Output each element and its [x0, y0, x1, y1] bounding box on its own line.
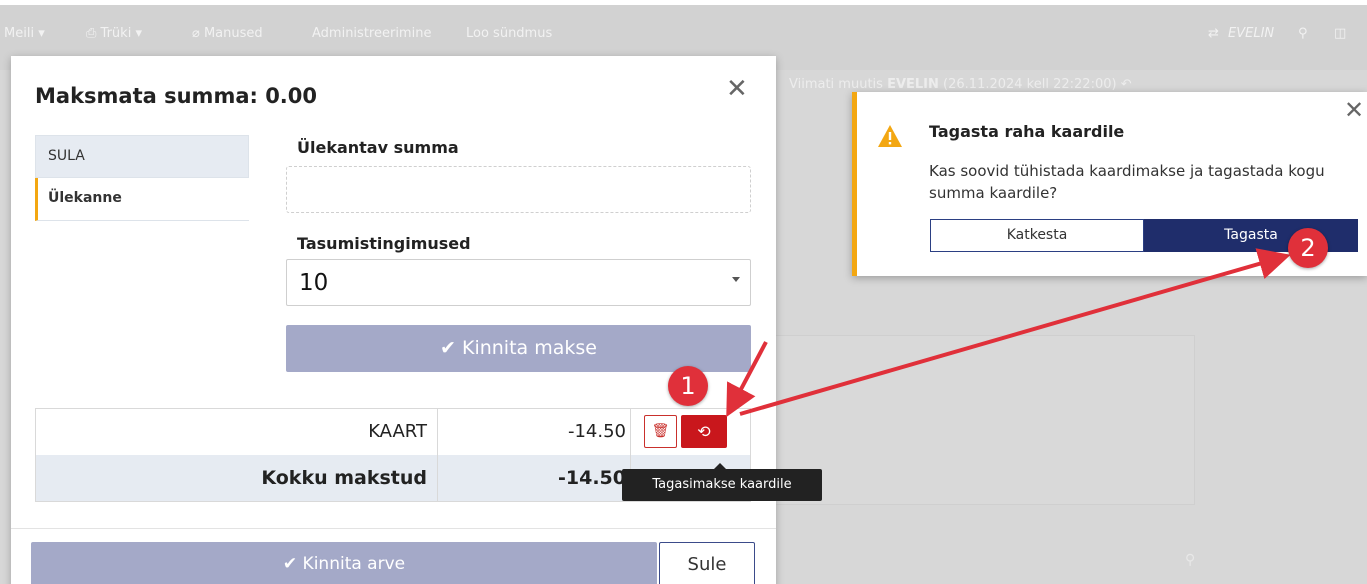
close-button[interactable]: Sule [659, 542, 755, 584]
create-event-button[interactable]: Loo sündmus [466, 26, 552, 41]
modified-time: (26.11.2024 kell 22:22:00) [943, 77, 1117, 92]
confirm-payment-label: Kinnita makse [461, 337, 597, 359]
tab-cash[interactable]: SULA [35, 135, 249, 178]
payment-terms-label: Tasumistingimused [297, 234, 471, 253]
payment-terms-select[interactable]: 10 [286, 259, 751, 306]
user-name[interactable]: EVELIN [1228, 26, 1274, 41]
checkmark-icon: ✔ [440, 337, 456, 359]
caret-down-icon: ▾ [135, 26, 142, 41]
close-icon[interactable]: ✕ [1344, 98, 1364, 122]
refund-to-card-button[interactable]: ⟲ [681, 415, 727, 448]
close-icon[interactable]: ✕ [726, 76, 748, 102]
caret-down-icon: ▾ [38, 26, 45, 41]
transfer-amount-input[interactable] [286, 166, 751, 213]
warning-icon [878, 125, 902, 147]
refund-tooltip: Tagasimakse kaardile [622, 463, 822, 501]
popup-message: Kas soovid tühistada kaardimakse ja taga… [929, 162, 1325, 202]
step-badge-2: 2 [1288, 228, 1328, 268]
history-icon[interactable]: ↶ [1121, 77, 1132, 92]
payment-amount: -14.50 [438, 409, 631, 455]
mail-menu[interactable]: Meili ▾ [4, 26, 45, 41]
checkmark-icon: ✔ [282, 554, 298, 574]
printer-icon: ⎙ [86, 26, 97, 41]
step-badge-1: 1 [668, 366, 708, 406]
wrench-icon[interactable]: ⚲ [1298, 26, 1308, 41]
trash-icon: 🗑 [651, 423, 670, 439]
modal-divider [11, 528, 776, 529]
delete-payment-button[interactable]: 🗑 [644, 415, 677, 448]
caret-down-icon [732, 277, 740, 282]
payment-terms-value: 10 [299, 270, 329, 296]
modal-title: Maksmata summa: 0.00 [35, 84, 318, 108]
modified-prefix: Viimati muutis [789, 77, 883, 92]
total-amount: -14.50 [438, 455, 631, 501]
modified-user: EVELIN [887, 77, 939, 92]
admin-button[interactable]: Administreerimine [312, 26, 431, 41]
paperclip-icon: ⌀ [192, 26, 200, 41]
confirm-invoice-button[interactable]: ✔ Kinnita arve [31, 542, 657, 584]
background-wrench-icon: ⚲ [1185, 552, 1196, 568]
confirm-payment-button[interactable]: ✔ Kinnita makse [286, 325, 751, 372]
popup-title: Tagasta raha kaardile [929, 122, 1125, 141]
cancel-button[interactable]: Katkesta [930, 219, 1144, 252]
transfer-amount-label: Ülekantav summa [297, 138, 459, 157]
switch-icon[interactable]: ⇄ [1208, 26, 1219, 41]
tab-transfer[interactable]: Ülekanne [35, 178, 249, 221]
table-row: KAART -14.50 [36, 409, 750, 456]
mail-menu-label: Meili [4, 26, 35, 41]
payment-method: KAART [36, 409, 438, 455]
background-panel [775, 335, 1195, 505]
attachments-label: Manused [203, 26, 263, 41]
last-modified-info: Viimati muutis EVELIN (26.11.2024 kell 2… [789, 77, 1132, 92]
refund-icon: ⟲ [697, 422, 711, 441]
print-menu-label: Trüki [100, 26, 132, 41]
panel-toggle-icon[interactable]: ◫ [1334, 26, 1346, 41]
toolbar-top-strip [0, 0, 1367, 5]
total-label: Kokku makstud [36, 455, 438, 501]
print-menu[interactable]: ⎙ Trüki ▾ [86, 26, 142, 41]
attachments-button[interactable]: ⌀ Manused [192, 26, 263, 41]
confirm-invoice-label: Kinnita arve [302, 554, 406, 574]
payment-modal: Maksmata summa: 0.00 ✕ SULA Ülekanne Üle… [11, 56, 822, 584]
